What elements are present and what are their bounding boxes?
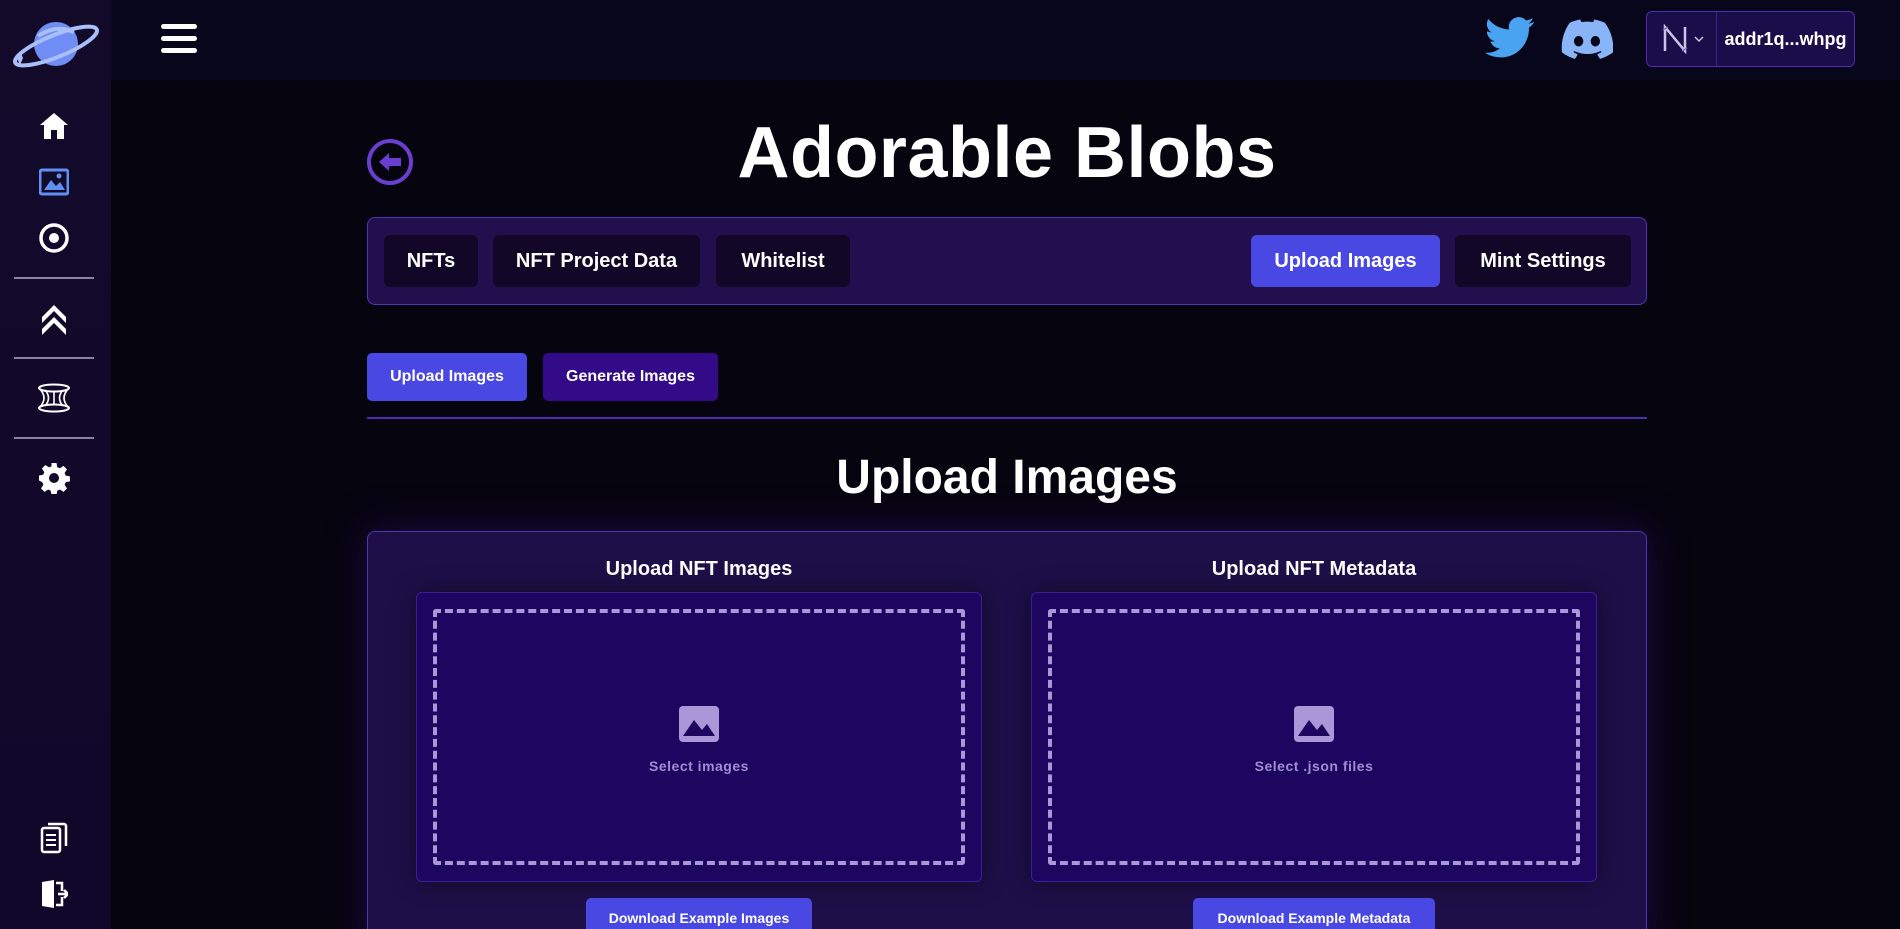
section-title: Upload Images xyxy=(836,451,1178,504)
chevron-down-icon xyxy=(1693,36,1704,43)
discord-icon[interactable] xyxy=(1561,18,1613,60)
wallet-icon xyxy=(1662,24,1687,54)
home-icon[interactable] xyxy=(36,108,72,144)
tab-whitelist[interactable]: Whitelist xyxy=(716,235,850,287)
subtab-upload-images[interactable]: Upload Images xyxy=(367,353,527,401)
menu-icon[interactable] xyxy=(161,24,199,54)
images-drop-label: Select images xyxy=(649,758,749,774)
top-bar: addr1q...whpg xyxy=(111,0,1900,80)
documents-icon[interactable] xyxy=(36,820,72,856)
images-dropbox: Select images xyxy=(416,592,982,882)
section-divider xyxy=(367,417,1647,419)
tab-upload-images[interactable]: Upload Images xyxy=(1251,235,1440,287)
wallet-selector[interactable] xyxy=(1647,12,1717,66)
sidebar xyxy=(0,0,111,929)
image-icon[interactable] xyxy=(36,164,72,200)
tab-mint-settings[interactable]: Mint Settings xyxy=(1455,235,1631,287)
sidebar-divider xyxy=(14,357,94,359)
metadata-dropzone[interactable]: Select .json files xyxy=(1048,609,1580,865)
logout-icon[interactable] xyxy=(36,876,72,912)
target-icon[interactable] xyxy=(36,220,72,256)
wallet-button[interactable]: addr1q...whpg xyxy=(1646,11,1855,67)
upload-metadata-title: Upload NFT Metadata xyxy=(1211,558,1417,580)
chevrons-up-icon[interactable] xyxy=(36,300,72,336)
portal-icon[interactable] xyxy=(36,380,72,416)
wallet-address: addr1q...whpg xyxy=(1724,28,1847,49)
logo-icon[interactable] xyxy=(8,14,102,74)
image-placeholder-icon xyxy=(1294,706,1334,742)
sidebar-divider xyxy=(14,277,94,279)
images-dropzone[interactable]: Select images xyxy=(433,609,965,865)
twitter-icon[interactable] xyxy=(1485,16,1535,60)
subtab-generate-images[interactable]: Generate Images xyxy=(543,353,718,401)
image-placeholder-icon xyxy=(679,706,719,742)
download-example-metadata-button[interactable]: Download Example Metadata xyxy=(1193,898,1435,929)
page-title: Adorable Blobs xyxy=(737,113,1277,193)
metadata-drop-label: Select .json files xyxy=(1254,758,1374,774)
sidebar-divider xyxy=(14,437,94,439)
gear-icon[interactable] xyxy=(36,460,72,496)
tab-nft-project-data[interactable]: NFT Project Data xyxy=(493,235,700,287)
download-example-images-button[interactable]: Download Example Images xyxy=(586,898,812,929)
main-tabs: NFTs NFT Project Data Whitelist Upload I… xyxy=(367,217,1647,305)
metadata-dropbox: Select .json files xyxy=(1031,592,1597,882)
tab-nfts[interactable]: NFTs xyxy=(384,235,478,287)
upload-images-title: Upload NFT Images xyxy=(605,558,793,580)
